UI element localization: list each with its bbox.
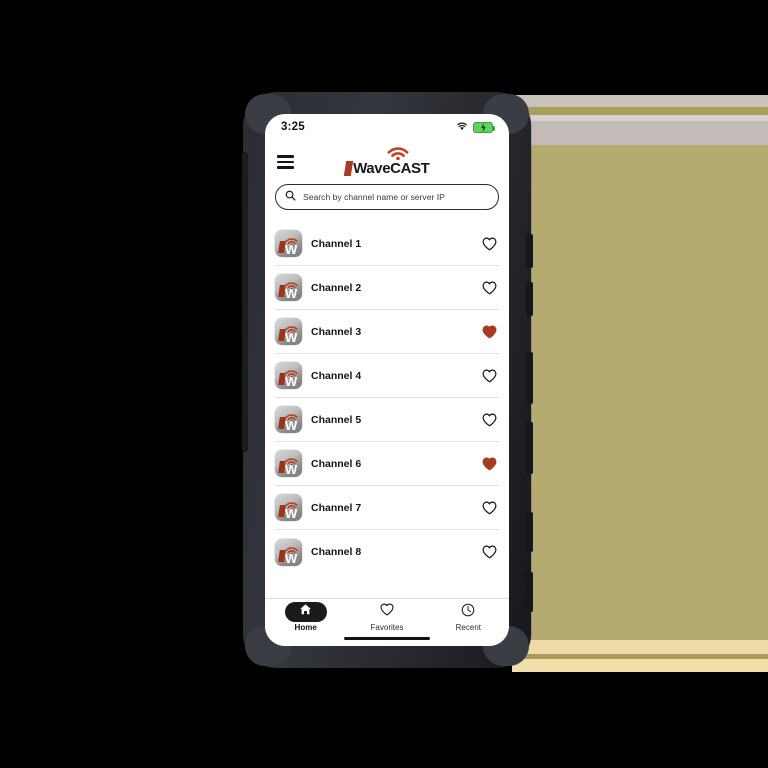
nav-pill [366, 602, 408, 622]
case-side-grip [526, 352, 533, 404]
channel-list-item[interactable]: W Channel 1 [275, 222, 499, 266]
wavecast-w-letter: W [285, 550, 298, 566]
wavecast-app-icon: W [275, 406, 302, 433]
nav-item-recent[interactable]: Recent [428, 602, 509, 632]
channel-name-label: Channel 3 [311, 325, 362, 338]
hamburger-line [277, 166, 294, 169]
nav-pill [284, 602, 327, 622]
battery-charging-icon [473, 121, 495, 133]
favorite-heart-filled-icon[interactable] [482, 457, 497, 471]
volume-up-button[interactable] [526, 234, 533, 268]
search-icon [285, 188, 296, 206]
channel-list-item[interactable]: W Channel 4 [275, 354, 499, 398]
case-side-grip [526, 572, 533, 612]
wavecast-logo: WaveCAST [327, 147, 447, 177]
channel-list[interactable]: W Channel 1 W Channel 2 W Channel 3 W Channel 4… [265, 222, 509, 598]
favorite-heart-outline-icon[interactable] [482, 413, 497, 427]
case-side-grip [526, 512, 533, 552]
channel-list-item[interactable]: W Channel 6 [275, 442, 499, 486]
wavecast-logo-text: WaveCAST [353, 160, 430, 177]
wifi-arcs-icon [387, 147, 409, 165]
phone-screen: 3:25 WaveCAST Search by channel name or … [265, 114, 509, 646]
case-left-rail [242, 152, 248, 452]
channel-list-item[interactable]: W Channel 3 [275, 310, 499, 354]
phone-device: 3:25 WaveCAST Search by channel name or … [242, 92, 533, 668]
wavecast-app-icon: W [275, 538, 302, 566]
search-input[interactable]: Search by channel name or server IP [275, 184, 499, 210]
status-bar-indicators [456, 118, 495, 136]
favorite-heart-outline-icon[interactable] [482, 281, 497, 295]
channel-list-item[interactable]: W Channel 5 [275, 398, 499, 442]
home-indicator [344, 636, 430, 640]
wavecast-wordmark: WaveCAST [343, 160, 430, 177]
nav-item-favorites[interactable]: Favorites [346, 602, 427, 632]
wavecast-w-letter: W [285, 418, 298, 433]
favorite-heart-filled-icon[interactable] [482, 325, 497, 339]
nav-pill [447, 602, 489, 622]
wavecast-app-icon: W [275, 318, 302, 345]
wavecast-w-letter: W [285, 506, 298, 521]
channel-list-item[interactable]: W Channel 8 [275, 530, 499, 574]
nav-item-label: Home [294, 623, 317, 632]
channel-list-item[interactable]: W Channel 2 [275, 266, 499, 310]
wavecast-w-letter: W [285, 462, 298, 477]
wavecast-app-icon: W [275, 450, 302, 477]
nav-item-label: Favorites [370, 623, 404, 632]
wavecast-app-icon: W [275, 362, 302, 389]
channel-list-item[interactable]: W Channel 7 [275, 486, 499, 530]
channel-name-label: Channel 2 [311, 281, 362, 294]
hamburger-line [277, 160, 294, 164]
wavecast-w-letter: W [285, 374, 298, 389]
status-bar-clock: 3:25 [281, 121, 305, 133]
heart-icon [380, 603, 394, 621]
screenshot-canvas: 3:25 WaveCAST Search by channel name or … [0, 0, 768, 768]
wavecast-app-icon: W [275, 274, 302, 301]
favorite-heart-outline-icon[interactable] [482, 237, 497, 251]
nav-item-label: Recent [455, 623, 481, 632]
wavecast-w-letter: W [285, 286, 298, 301]
channel-name-label: Channel 4 [311, 369, 362, 382]
status-bar: 3:25 [265, 114, 509, 140]
channel-name-label: Channel 6 [311, 457, 362, 470]
clock-icon [461, 603, 475, 622]
favorite-heart-outline-icon[interactable] [482, 369, 497, 383]
channel-name-label: Channel 1 [311, 237, 362, 250]
app-header: WaveCAST [265, 140, 509, 184]
nav-item-home[interactable]: Home [265, 602, 346, 632]
channel-name-label: Channel 7 [311, 501, 362, 514]
wavecast-slash-mark [343, 161, 353, 176]
volume-down-button[interactable] [526, 282, 533, 316]
hamburger-line [277, 155, 294, 158]
wavecast-app-icon: W [275, 494, 302, 521]
channel-name-label: Channel 8 [311, 546, 362, 558]
wavecast-w-letter: W [285, 330, 298, 345]
home-icon [299, 603, 312, 621]
favorite-heart-outline-icon[interactable] [482, 501, 497, 515]
search-placeholder-text: Search by channel name or server IP [303, 192, 445, 202]
channel-name-label: Channel 5 [311, 413, 362, 426]
wavecast-app-icon: W [275, 230, 302, 257]
wavecast-w-letter: W [285, 242, 298, 257]
favorite-heart-outline-icon[interactable] [482, 545, 497, 559]
search-bar-container: Search by channel name or server IP [265, 184, 509, 222]
wifi-icon [456, 118, 468, 136]
case-side-grip [526, 422, 533, 474]
hamburger-menu-icon[interactable] [277, 155, 294, 169]
